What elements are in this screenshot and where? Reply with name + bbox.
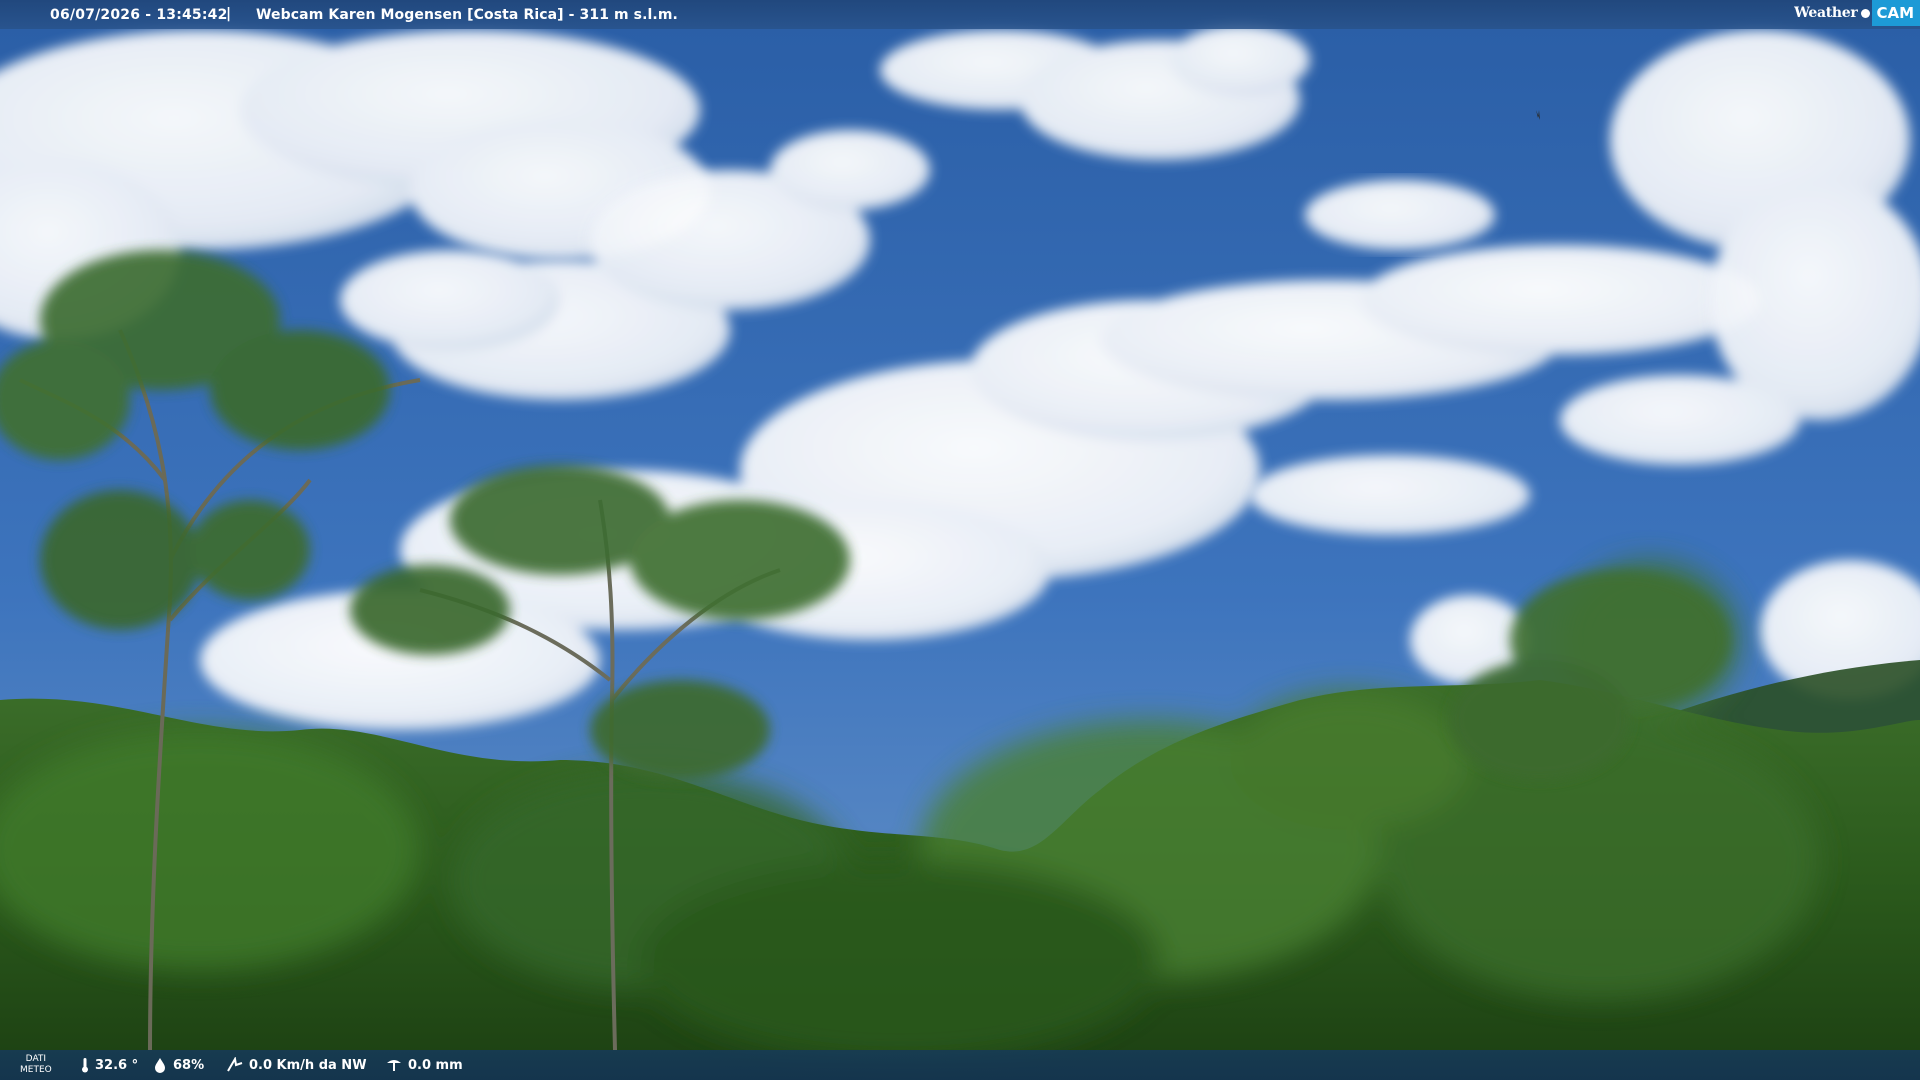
rain-value: 0.0 mm [408,1057,463,1073]
top-info-bar: 06/07/2026 - 13:45:42 | Webcam Karen Mog… [0,0,1920,29]
dati-meteo-label: DATI METEO [20,1054,52,1075]
timestamp: 06/07/2026 - 13:45:42 [50,7,228,23]
cloud-small-right [1305,180,1495,250]
humidity-value: 68% [173,1057,205,1073]
thermometer-icon [82,1058,88,1073]
humidity-drop-icon [155,1058,165,1073]
humidity-stat: 68% [152,1057,204,1073]
rain-gauge-icon [387,1060,401,1071]
webcam-image [0,0,1920,1080]
brand-cam: CAM [1872,0,1920,26]
wind-icon [227,1057,243,1072]
webcam-title: Webcam Karen Mogensen [Costa Rica] - 311… [256,7,678,23]
rain-stat: 0.0 mm [385,1057,463,1073]
brand-dot-icon [1861,8,1871,18]
wind-value: 0.0 Km/h da NW [249,1057,367,1073]
webcam-frame: 06/07/2026 - 13:45:42 | Webcam Karen Mog… [0,0,1920,1080]
separator: | [226,6,232,22]
temperature-stat: 32.6 ° [80,1057,138,1073]
weather-data-bar: DATI METEO 32.6 ° 68% 0.0 Km/h da NW 0.0… [0,1050,1920,1080]
brand-weather: Weather [1794,5,1858,21]
wind-stat: 0.0 Km/h da NW [226,1057,367,1073]
brand-logo: Weather CAM [1786,0,1920,26]
temperature-value: 32.6 ° [95,1057,139,1073]
